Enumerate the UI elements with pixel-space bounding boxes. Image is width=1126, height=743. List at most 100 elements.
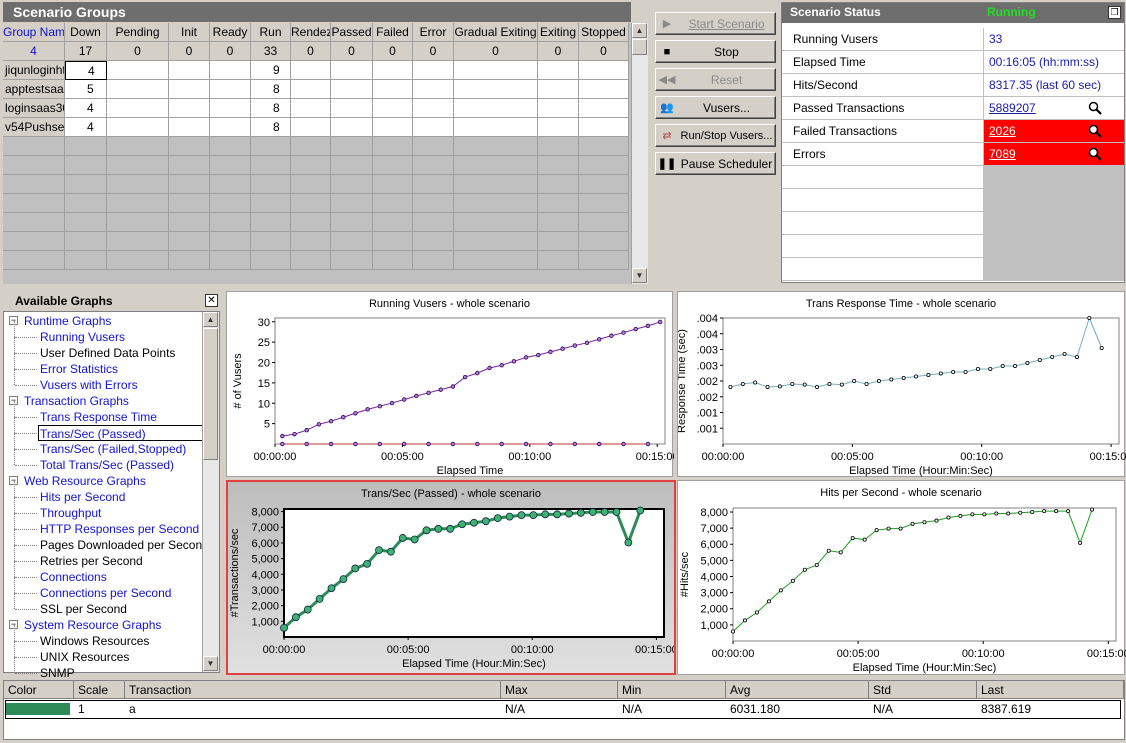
tree-item[interactable]: Throughput <box>40 505 101 521</box>
chart-trans-sec-passed[interactable]: Trans/Sec (Passed) - whole scenario 1,000… <box>226 480 676 675</box>
tree-item[interactable]: Total Trans/Sec (Passed) <box>40 457 174 473</box>
table-cell[interactable] <box>413 80 454 99</box>
table-cell[interactable] <box>454 61 538 80</box>
group-name-cell[interactable] <box>3 194 65 213</box>
table-cell[interactable] <box>107 61 169 80</box>
table-cell[interactable] <box>454 175 538 194</box>
table-cell[interactable] <box>107 232 169 251</box>
reset-button[interactable]: ◀◀ Reset <box>655 68 776 91</box>
table-cell[interactable] <box>291 232 331 251</box>
table-cell[interactable] <box>413 118 454 137</box>
tree-group-1[interactable]: Transaction Graphs <box>24 393 129 409</box>
table-cell[interactable] <box>251 251 291 270</box>
table-cell[interactable] <box>373 80 413 99</box>
status-value[interactable]: 5889207 <box>984 97 1124 119</box>
legend-header[interactable]: Scale <box>74 681 125 699</box>
column-header[interactable]: Ready <box>210 23 251 42</box>
tree-item[interactable]: HTTP Responses per Second <box>40 521 199 537</box>
tree-scroll-thumb[interactable] <box>203 328 218 460</box>
chart-hits-per-second[interactable]: Hits per Second - whole scenario 1,000 2,0… <box>677 480 1126 675</box>
scroll-up-icon[interactable]: ▲ <box>632 23 647 38</box>
table-cell[interactable] <box>251 175 291 194</box>
legend-header[interactable]: Avg <box>726 681 869 699</box>
table-cell[interactable] <box>331 99 373 118</box>
table-cell[interactable] <box>579 118 629 137</box>
tree-item[interactable]: Error Statistics <box>40 361 118 377</box>
table-cell[interactable] <box>291 118 331 137</box>
table-cell[interactable] <box>373 156 413 175</box>
tree-item[interactable]: Connections <box>40 569 107 585</box>
table-cell[interactable] <box>107 118 169 137</box>
table-cell[interactable] <box>454 194 538 213</box>
table-cell[interactable] <box>65 213 107 232</box>
table-cell[interactable] <box>373 61 413 80</box>
table-cell[interactable] <box>373 175 413 194</box>
group-name-cell[interactable]: v54Pushserv <box>3 118 65 137</box>
table-cell[interactable] <box>538 80 579 99</box>
table-cell[interactable] <box>454 118 538 137</box>
table-cell[interactable] <box>169 80 210 99</box>
status-value-link[interactable]: 7089 <box>989 147 1016 161</box>
column-header[interactable]: Down <box>65 23 107 42</box>
group-name-cell[interactable] <box>3 213 65 232</box>
table-cell[interactable]: 4 <box>65 99 107 118</box>
table-cell[interactable] <box>107 175 169 194</box>
groups-scrollbar[interactable]: ▲ ▼ <box>631 23 648 284</box>
table-cell[interactable] <box>413 194 454 213</box>
table-cell[interactable] <box>107 99 169 118</box>
table-cell[interactable] <box>331 118 373 137</box>
tree-item[interactable]: Vusers with Errors <box>40 377 138 393</box>
table-cell[interactable]: 9 <box>251 61 291 80</box>
table-cell[interactable] <box>538 232 579 251</box>
tree-item[interactable]: Connections per Second <box>40 585 171 601</box>
table-cell[interactable] <box>579 213 629 232</box>
tree-group-0[interactable]: Runtime Graphs <box>24 313 111 329</box>
group-name-cell[interactable] <box>3 232 65 251</box>
table-cell[interactable] <box>579 251 629 270</box>
table-cell[interactable] <box>251 156 291 175</box>
table-cell[interactable] <box>251 137 291 156</box>
tree-item[interactable]: UNIX Resources <box>40 649 129 665</box>
column-header[interactable]: Failed <box>373 23 413 42</box>
tree-item[interactable]: User Defined Data Points <box>40 345 175 361</box>
group-name-cell[interactable] <box>3 251 65 270</box>
table-cell[interactable]: 8 <box>251 99 291 118</box>
table-cell[interactable] <box>538 99 579 118</box>
tree-group-3[interactable]: System Resource Graphs <box>24 617 161 633</box>
table-cell[interactable] <box>107 80 169 99</box>
table-cell[interactable] <box>210 175 251 194</box>
table-cell[interactable] <box>210 99 251 118</box>
tree-item[interactable]: Trans Response Time <box>40 409 157 425</box>
table-cell[interactable] <box>251 213 291 232</box>
column-header[interactable]: Gradual Exiting <box>454 23 538 42</box>
table-cell[interactable]: 5 <box>65 80 107 99</box>
table-cell[interactable] <box>65 175 107 194</box>
table-cell[interactable] <box>169 61 210 80</box>
table-cell[interactable] <box>373 232 413 251</box>
column-header[interactable]: Passed <box>331 23 373 42</box>
table-cell[interactable] <box>538 194 579 213</box>
table-cell[interactable] <box>169 137 210 156</box>
table-cell[interactable] <box>413 137 454 156</box>
run-stop-vusers-button[interactable]: ⇄ Run/Stop Vusers... <box>655 124 776 147</box>
table-cell[interactable] <box>373 194 413 213</box>
column-header[interactable]: Pending <box>107 23 169 42</box>
table-cell[interactable] <box>454 80 538 99</box>
table-cell[interactable] <box>579 232 629 251</box>
table-cell[interactable] <box>210 213 251 232</box>
table-cell[interactable] <box>331 251 373 270</box>
legend-row[interactable] <box>5 700 1121 719</box>
table-cell[interactable] <box>331 156 373 175</box>
group-name-cell[interactable] <box>3 137 65 156</box>
status-value-link[interactable]: 2026 <box>989 124 1016 138</box>
group-name-cell[interactable] <box>3 175 65 194</box>
table-cell[interactable] <box>413 99 454 118</box>
table-cell[interactable]: 8 <box>251 80 291 99</box>
table-cell[interactable] <box>538 213 579 232</box>
table-cell[interactable] <box>538 156 579 175</box>
vusers-button[interactable]: 👥 Vusers... <box>655 96 776 119</box>
table-cell[interactable] <box>373 137 413 156</box>
status-value[interactable]: 2026 <box>984 120 1124 142</box>
table-cell[interactable] <box>454 156 538 175</box>
tree-item[interactable]: Windows Resources <box>40 633 149 649</box>
